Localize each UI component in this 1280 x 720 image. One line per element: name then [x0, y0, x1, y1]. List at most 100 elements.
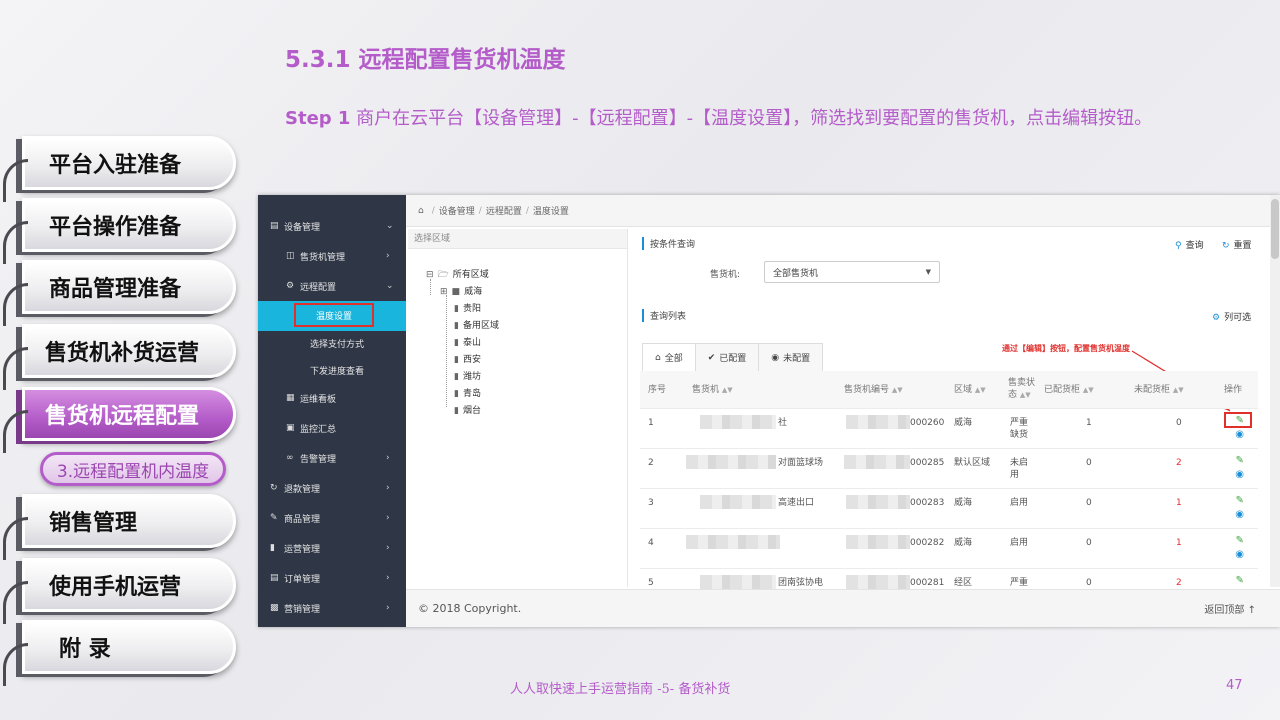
edit-icon[interactable]: ✎ — [1236, 575, 1244, 586]
step-instruction: Step 1 商户在云平台【设备管理】-【远程配置】-【温度设置】，筛选找到要配… — [285, 104, 1152, 130]
nav-item-label: 售货机远程配置 — [45, 404, 200, 429]
link-icon: ∞ — [286, 453, 294, 463]
tree-node-leaf[interactable]: ▮ 青岛 — [454, 386, 481, 399]
page-scrollbar[interactable] — [1270, 195, 1280, 587]
tab-label: 未配置 — [783, 354, 811, 364]
nav-item-platform-onboarding[interactable]: 平台入驻准备 — [3, 136, 236, 202]
nav-subitem-remote-temperature[interactable]: 3.远程配置机内温度 — [40, 452, 226, 486]
back-to-top-link[interactable]: 返回顶部 ↑ — [1204, 601, 1256, 616]
column-header[interactable]: 售卖状态 ▲▼ — [1008, 371, 1038, 401]
sidebar-item-ops-board[interactable]: ▦ 运维看板 — [258, 383, 406, 413]
column-header[interactable]: 售货机 ▲▼ — [692, 371, 733, 396]
sidebar-item-marketing-management[interactable]: ▩ 营销管理 › — [258, 593, 406, 623]
sidebar-item-dispatch-progress[interactable]: 下发进度查看 — [258, 355, 406, 385]
unconfigured-count: 0 — [1176, 418, 1182, 428]
tree-node-leaf[interactable]: ▮ 烟台 — [454, 403, 481, 416]
eye-icon[interactable]: ◉ — [1235, 429, 1244, 440]
tab-label: 已配置 — [719, 354, 747, 364]
sidebar-item-payment-method[interactable]: 选择支付方式 — [258, 328, 406, 358]
tree-node-leaf[interactable]: ▮ 潍坊 — [454, 369, 481, 382]
machine-select[interactable]: 全部售货机 ▼ — [764, 261, 940, 283]
caret-down-icon: ▼ — [925, 268, 931, 276]
chevron-right-icon: › — [386, 603, 390, 613]
sidebar-item-remote-config[interactable]: ⚙ 远程配置 ⌄ — [258, 271, 406, 301]
nav-item-product-management[interactable]: 商品管理准备 — [3, 260, 236, 326]
eye-icon[interactable]: ◉ — [1235, 509, 1244, 520]
tree-node-label: 泰山 — [462, 338, 481, 348]
nav-item-label: 平台操作准备 — [49, 215, 182, 240]
query-button-label: 查询 — [1185, 241, 1204, 251]
sort-icon: ▲▼ — [974, 386, 986, 394]
step-text: 商户在云平台【设备管理】-【远程配置】-【温度设置】，筛选找到要配置的售货机，点… — [350, 108, 1153, 129]
nav-item-platform-operation[interactable]: 平台操作准备 — [3, 198, 236, 264]
unconfigured-count: 1 — [1176, 498, 1182, 508]
column-header-label: 售货机 — [692, 385, 720, 395]
chevron-right-icon: › — [386, 573, 390, 583]
column-header[interactable]: 售货机编号 ▲▼ — [844, 371, 903, 396]
edit-icon: ✎ — [270, 513, 278, 523]
reset-button[interactable]: ↻ 重置 — [1222, 238, 1252, 251]
sidebar-item-monitor-summary[interactable]: ▣ 监控汇总 — [258, 413, 406, 443]
app-footer: © 2018 Copyright. 返回顶部 ↑ — [406, 589, 1280, 627]
tree-node-leaf[interactable]: ▮ 泰山 — [454, 335, 481, 348]
sidebar-item-goods-management[interactable]: ✎ 商品管理 › — [258, 503, 406, 533]
machine-code: 000285 — [910, 458, 945, 468]
sidebar-item-order-management[interactable]: ▤ 订单管理 › — [258, 563, 406, 593]
redacted-text — [846, 535, 910, 549]
tree-node-leaf[interactable]: ▮ 贵阳 — [454, 301, 481, 314]
nav-item-restock-operation[interactable]: 售货机补货运营 — [3, 324, 236, 390]
tree-node-root[interactable]: ⊟ 🗁 所有区域 — [426, 267, 489, 283]
column-select-button[interactable]: ⚙ 列可选 — [1212, 310, 1251, 323]
sidebar-item-alarm-management[interactable]: ∞ 告警管理 › — [258, 443, 406, 473]
nav-item-mobile-operation[interactable]: 使用手机运营 — [3, 558, 236, 624]
breadcrumb-item[interactable]: 远程配置 — [486, 204, 522, 217]
tab-all[interactable]: ⌂ 全部 — [642, 343, 696, 371]
nav-item-appendix[interactable]: 附 录 — [3, 620, 236, 686]
query-button[interactable]: ⚲ 查询 — [1175, 238, 1204, 251]
edit-icon[interactable]: ✎ — [1236, 455, 1244, 466]
sidebar-item-label: 营销管理 — [284, 604, 321, 615]
file-icon: ▮ — [454, 338, 459, 348]
tab-configured[interactable]: ✔ 已配置 — [694, 343, 760, 371]
refresh-icon: ↻ — [270, 483, 278, 493]
tree-node-leaf[interactable]: ▮ 备用区域 — [454, 318, 499, 331]
home-icon[interactable]: ⌂ — [418, 206, 424, 216]
tree-node-label: 所有区域 — [452, 270, 489, 280]
row-index: 4 — [648, 538, 654, 548]
edit-icon[interactable]: ✎ — [1236, 495, 1244, 506]
eye-icon[interactable]: ◉ — [1235, 549, 1244, 560]
edit-icon[interactable]: ✎ — [1236, 415, 1244, 426]
column-header[interactable]: 已配货柜 ▲▼ — [1044, 371, 1094, 396]
nav-item-remote-config[interactable]: 售货机远程配置 — [3, 387, 236, 453]
chevron-right-icon: › — [386, 483, 390, 493]
sidebar-item-label: 温度设置 — [315, 311, 352, 322]
eye-icon[interactable]: ◉ — [1235, 469, 1244, 480]
sidebar-item-operations-management[interactable]: ▮ 运营管理 › — [258, 533, 406, 563]
sidebar-item-vending-machines[interactable]: ◫ 售货机管理 › — [258, 241, 406, 271]
tab-unconfigured[interactable]: ◉ 未配置 — [758, 343, 824, 371]
column-header-label: 已配货柜 — [1044, 385, 1081, 395]
redacted-text — [686, 455, 776, 469]
column-header[interactable]: 区域 ▲▼ — [954, 371, 986, 396]
slide-navigation: 平台入驻准备 平台操作准备 商品管理准备 售货机补货运营 售货机远程配置 3.远… — [0, 0, 245, 720]
column-header: 操作 — [1224, 385, 1243, 395]
machine-code: 000281 — [910, 578, 945, 588]
nav-item-sales-management[interactable]: 销售管理 — [3, 494, 236, 560]
sidebar-item-device-management[interactable]: ▤ 设备管理 ⌄ — [258, 211, 406, 241]
sort-icon: ▲▼ — [721, 386, 733, 394]
redacted-text — [686, 535, 780, 549]
scrollbar-thumb[interactable] — [1271, 199, 1279, 259]
breadcrumb-item[interactable]: 设备管理 — [439, 204, 475, 217]
unconfigured-count: 2 — [1176, 458, 1182, 468]
folder-icon: ■ — [451, 287, 461, 297]
admin-screenshot: ▤ 设备管理 ⌄ ◫ 售货机管理 › ⚙ 远程配置 ⌄ 温度设置 选择支付方式 … — [258, 195, 1280, 627]
slide-footer: 人人取快速上手运营指南 -5- 备货补货 — [510, 682, 731, 697]
tree-node-leaf[interactable]: ▮ 西安 — [454, 352, 481, 365]
sidebar-item-refund-management[interactable]: ↻ 退款管理 › — [258, 473, 406, 503]
column-header[interactable]: 未配货柜 ▲▼ — [1134, 371, 1184, 396]
tree-panel-header: 选择区域 — [408, 229, 627, 249]
sidebar-item-temperature-settings[interactable]: 温度设置 — [258, 301, 406, 331]
file-icon: ▮ — [454, 321, 459, 331]
configured-count: 0 — [1086, 538, 1092, 548]
edit-icon[interactable]: ✎ — [1236, 535, 1244, 546]
